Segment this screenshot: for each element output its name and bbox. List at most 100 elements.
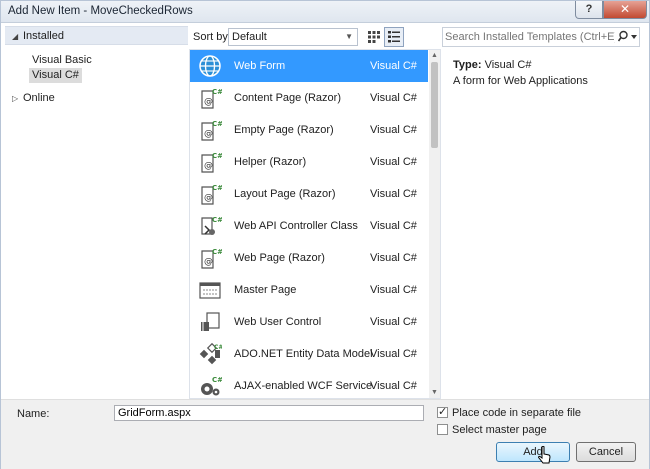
svg-text:@: @ <box>204 257 213 267</box>
name-label: Name: <box>17 408 50 420</box>
master-page-icon <box>199 282 221 299</box>
template-search-box <box>442 27 640 47</box>
cancel-button[interactable]: Cancel <box>576 442 636 462</box>
select-master-checkbox[interactable] <box>437 424 448 435</box>
template-language: Visual C# <box>370 348 417 360</box>
svg-text:C#: C# <box>212 248 222 256</box>
template-item[interactable]: C# AJAX-enabled WCF Service Visual C# <box>190 370 428 398</box>
place-code-checkbox[interactable] <box>437 405 448 418</box>
wcf-service-icon: C# <box>201 376 222 396</box>
svg-text:@: @ <box>204 97 213 107</box>
template-item[interactable]: Master Page Visual C# <box>190 274 428 306</box>
svg-text:C#: C# <box>212 152 222 160</box>
razor-page-icon: @ C# <box>201 152 222 173</box>
template-name: Web Form <box>234 60 286 72</box>
template-language: Visual C# <box>370 60 417 72</box>
user-control-icon <box>201 312 220 331</box>
template-name: Helper (Razor) <box>234 156 307 168</box>
template-item[interactable]: @ C# Web Page (Razor) Visual C# <box>190 242 428 274</box>
razor-page-icon: @ C# <box>201 88 222 109</box>
razor-page-icon: @ C# <box>201 120 222 141</box>
expanded-arrow-icon: ◢ <box>12 32 19 41</box>
collapsed-arrow-icon: ▷ <box>12 94 19 103</box>
help-button[interactable]: ? <box>575 1 603 19</box>
template-language: Visual C# <box>370 380 417 392</box>
template-name: Content Page (Razor) <box>234 92 341 104</box>
svg-text:@: @ <box>204 129 213 139</box>
entity-model-icon: C# <box>199 342 222 365</box>
api-controller-icon: C# <box>201 216 222 235</box>
type-line: Type: Visual C# <box>453 59 531 71</box>
select-master-label: Select master page <box>452 424 547 436</box>
grid-view-icon <box>368 31 380 43</box>
category-online[interactable]: ▷ Online <box>5 89 188 108</box>
template-item[interactable]: Web Form Visual C# <box>190 50 428 82</box>
razor-page-icon: @ C# <box>201 248 222 269</box>
template-language: Visual C# <box>370 124 417 136</box>
search-input[interactable] <box>445 29 615 45</box>
template-language: Visual C# <box>370 316 417 328</box>
scrollbar-thumb[interactable] <box>431 62 438 148</box>
close-button[interactable]: ✕ <box>603 1 647 19</box>
template-name: Web User Control <box>234 316 322 328</box>
svg-text:C#: C# <box>212 88 222 96</box>
scroll-up-arrow-icon[interactable]: ▲ <box>429 52 440 59</box>
type-value: Visual C# <box>484 59 532 71</box>
svg-text:C#: C# <box>214 344 222 351</box>
template-name: Web API Controller Class <box>234 220 358 232</box>
template-name: Layout Page (Razor) <box>234 188 336 200</box>
razor-page-icon: @ C# <box>201 184 222 205</box>
category-online-label: Online <box>23 92 55 104</box>
type-label: Type: <box>453 59 482 71</box>
template-item[interactable]: C# ADO.NET Entity Data Model Visual C# <box>190 338 428 370</box>
template-language: Visual C# <box>370 92 417 104</box>
template-language: Visual C# <box>370 252 417 264</box>
template-name: AJAX-enabled WCF Service <box>234 380 373 392</box>
template-name: Web Page (Razor) <box>234 252 325 264</box>
template-list: Web Form Visual C# @ C# Content Page (Ra… <box>189 49 441 399</box>
template-language: Visual C# <box>370 156 417 168</box>
template-item[interactable]: C# Web API Controller Class Visual C# <box>190 210 428 242</box>
template-item[interactable]: @ C# Helper (Razor) Visual C# <box>190 146 428 178</box>
template-item[interactable]: @ C# Content Page (Razor) Visual C# <box>190 82 428 114</box>
medium-icons-view-button[interactable] <box>384 27 404 47</box>
template-language: Visual C# <box>370 220 417 232</box>
window-title: Add New Item - MoveCheckedRows <box>8 5 193 17</box>
name-field[interactable] <box>114 405 424 421</box>
list-view-icon <box>388 31 400 43</box>
sort-by-value: Default <box>232 31 267 43</box>
template-description: A form for Web Applications <box>453 75 588 87</box>
template-language: Visual C# <box>370 188 417 200</box>
category-pane: ◢ Installed Visual Basic Visual C# ▷ Onl… <box>5 25 188 398</box>
template-name: Empty Page (Razor) <box>234 124 334 136</box>
category-visual-basic[interactable]: Visual Basic <box>29 53 95 68</box>
category-installed-label: Installed <box>23 30 64 42</box>
template-toolbar: Sort by: Default ▼ <box>191 27 439 47</box>
svg-text:C#: C# <box>212 184 222 192</box>
template-item[interactable]: @ C# Layout Page (Razor) Visual C# <box>190 178 428 210</box>
sort-by-select[interactable]: Default ▼ <box>228 28 358 46</box>
svg-text:C#: C# <box>212 120 222 128</box>
place-code-label: Place code in separate file <box>452 407 582 419</box>
add-button[interactable]: Add <box>496 442 570 462</box>
template-item[interactable]: Web User Control Visual C# <box>190 306 428 338</box>
template-info-pane: Type: Visual C# A form for Web Applicati… <box>442 49 647 399</box>
dialog-footer: Name: Place code in separate file Select… <box>1 399 649 469</box>
small-icons-view-button[interactable] <box>364 27 384 47</box>
category-installed[interactable]: ◢ Installed <box>5 26 188 45</box>
add-new-item-dialog: Add New Item - MoveCheckedRows ? ✕ ◢ Ins… <box>0 0 650 469</box>
scroll-down-arrow-icon[interactable]: ▼ <box>429 389 440 396</box>
category-visual-csharp[interactable]: Visual C# <box>29 68 82 83</box>
svg-text:@: @ <box>204 161 213 171</box>
mouse-cursor-icon <box>538 446 551 464</box>
template-name: Master Page <box>234 284 297 296</box>
template-item[interactable]: @ C# Empty Page (Razor) Visual C# <box>190 114 428 146</box>
title-bar: Add New Item - MoveCheckedRows ? ✕ <box>1 1 649 23</box>
svg-text:C#: C# <box>212 376 222 384</box>
search-icon[interactable] <box>618 30 638 44</box>
template-name: ADO.NET Entity Data Model <box>234 348 373 360</box>
dropdown-arrow-icon: ▼ <box>345 32 353 41</box>
globe-icon <box>199 55 221 77</box>
template-list-scrollbar[interactable]: ▲ ▼ <box>429 50 440 398</box>
sort-by-label: Sort by: <box>193 31 231 43</box>
